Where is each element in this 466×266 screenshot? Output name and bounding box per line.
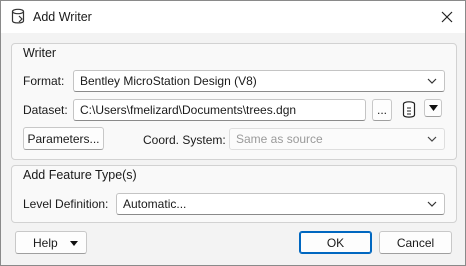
ok-button[interactable]: OK <box>299 231 372 254</box>
feature-types-group-title: Add Feature Type(s) <box>23 168 137 182</box>
writer-group-title: Writer <box>23 46 57 60</box>
ok-label: OK <box>326 235 345 250</box>
help-label: Help <box>33 235 58 250</box>
cancel-button[interactable]: Cancel <box>379 231 452 254</box>
fme-writer-icon <box>11 8 25 24</box>
cancel-label: Cancel <box>396 235 435 250</box>
parameters-label: Parameters... <box>27 131 100 146</box>
browse-button[interactable]: ... <box>372 99 392 121</box>
format-label: Format: <box>23 74 65 88</box>
dialog-title: Add Writer <box>33 10 92 24</box>
coord-system-label: Coord. System: <box>143 133 226 147</box>
chevron-down-icon <box>427 136 437 142</box>
level-definition-select[interactable]: Automatic... <box>116 193 445 215</box>
coord-system-select[interactable]: Same as source <box>229 128 445 150</box>
feature-types-group: Add Feature Type(s) Level Definition: Au… <box>11 165 457 223</box>
dataset-input[interactable]: C:\Users\fmelizard\Documents\trees.dgn <box>73 99 366 121</box>
triangle-down-icon <box>428 105 438 111</box>
chevron-down-icon <box>427 201 437 207</box>
coord-system-value: Same as source <box>236 132 323 146</box>
dataset-value: C:\Users\fmelizard\Documents\trees.dgn <box>80 103 297 117</box>
browse-label: ... <box>376 103 387 117</box>
close-button[interactable] <box>435 5 459 29</box>
title-bar: Add Writer <box>1 1 465 33</box>
level-definition-value: Automatic... <box>123 197 187 211</box>
dataset-label: Dataset: <box>23 103 68 117</box>
triangle-down-icon <box>70 241 78 246</box>
writer-group: Writer Format: Bentley MicroStation Desi… <box>11 43 457 160</box>
help-button[interactable]: Help <box>15 231 87 254</box>
database-icon <box>402 101 416 118</box>
level-definition-label: Level Definition: <box>23 197 109 211</box>
parameters-button[interactable]: Parameters... <box>23 127 104 150</box>
chevron-down-icon <box>427 78 437 84</box>
format-value: Bentley MicroStation Design (V8) <box>80 74 257 88</box>
add-writer-dialog: Add Writer Writer Format: Bentley MicroS… <box>0 0 466 266</box>
dataset-options-button[interactable] <box>398 98 420 122</box>
close-icon <box>441 11 453 23</box>
format-select[interactable]: Bentley MicroStation Design (V8) <box>73 70 445 92</box>
dataset-dropdown-button[interactable] <box>424 99 442 117</box>
